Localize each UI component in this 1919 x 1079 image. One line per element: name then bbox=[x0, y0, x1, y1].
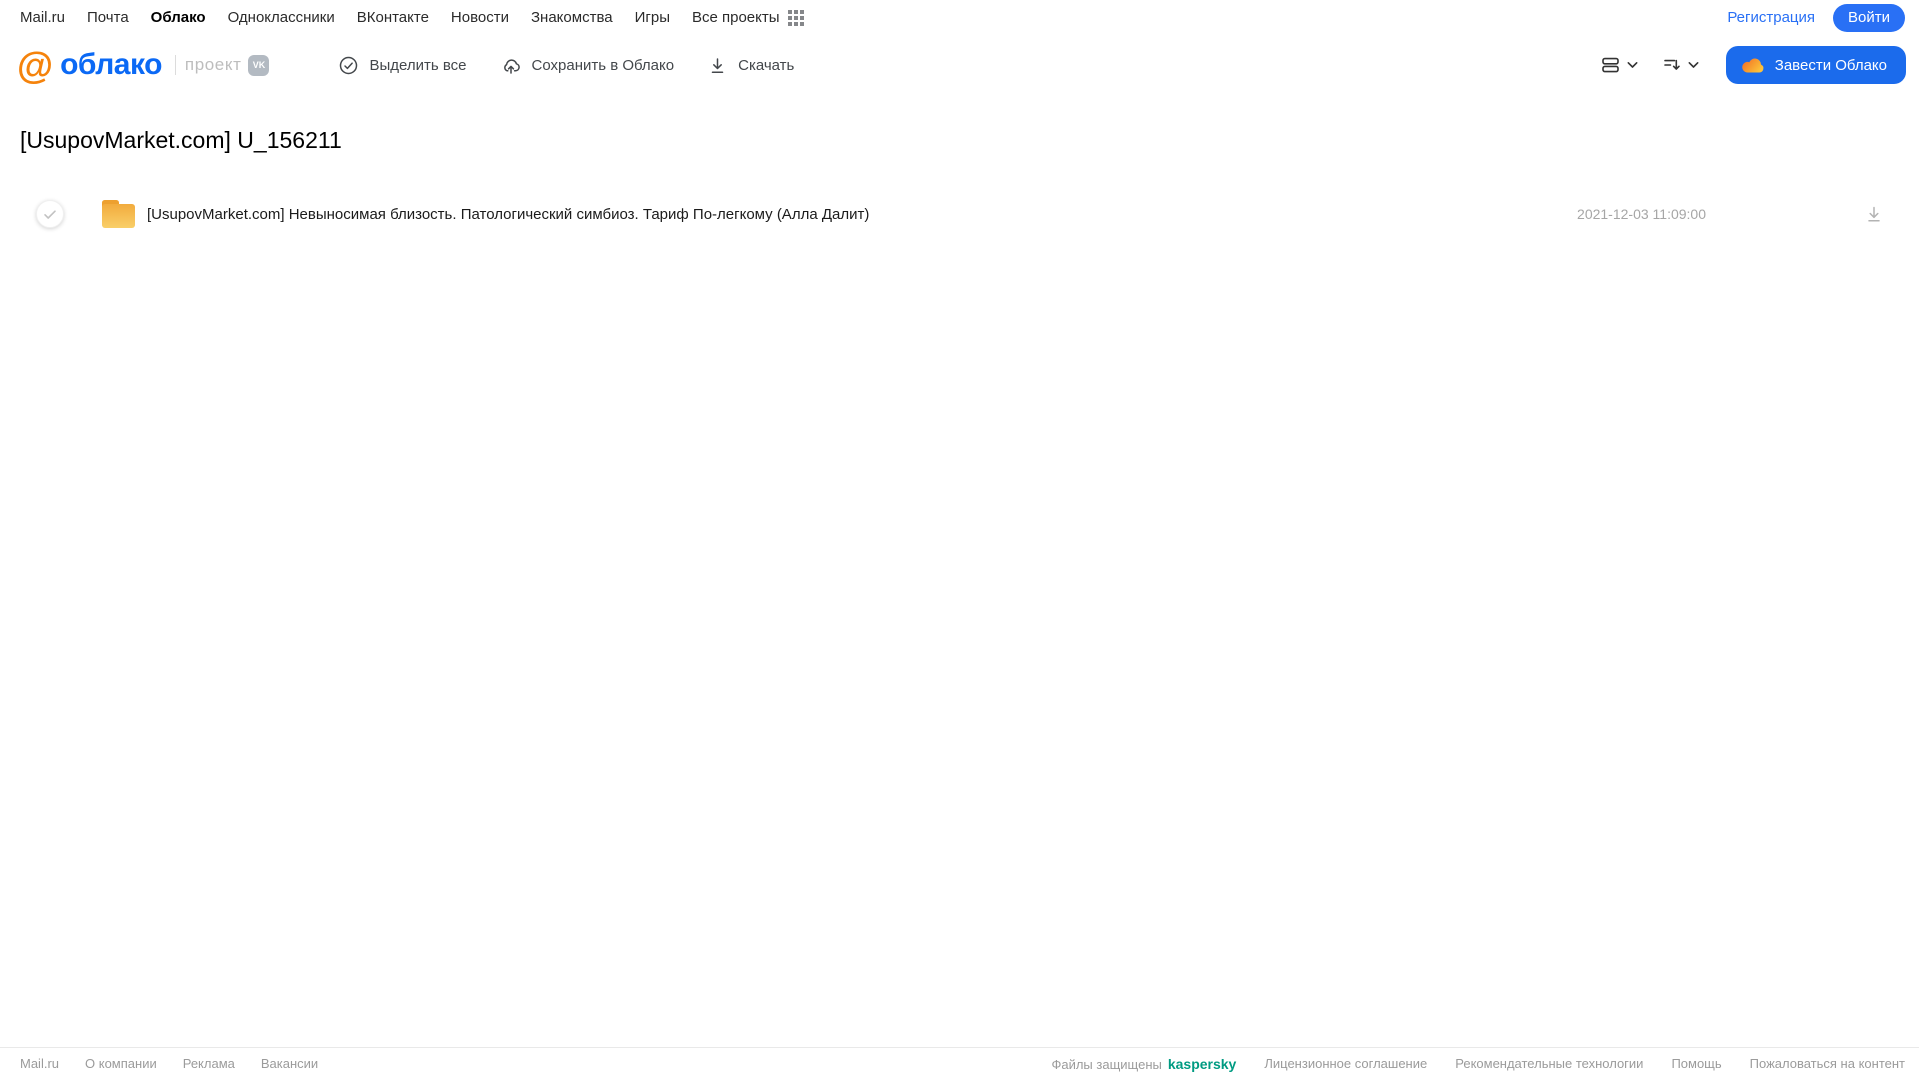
check-circle-icon bbox=[339, 56, 358, 75]
kaspersky-logo[interactable]: kaspersky bbox=[1168, 1056, 1237, 1072]
mailru-at-icon: @ bbox=[17, 44, 54, 86]
portal-link-odnoklassniki[interactable]: Одноклассники bbox=[228, 9, 335, 26]
page-footer: Mail.ru О компании Реклама Вакансии Файл… bbox=[0, 1047, 1919, 1079]
project-label: проект bbox=[184, 55, 242, 74]
get-cloud-button[interactable]: Завести Облако bbox=[1725, 46, 1906, 84]
kaspersky-protection: Файлы защищены kaspersky bbox=[1051, 1056, 1236, 1072]
vk-logo-icon: VK bbox=[248, 54, 270, 76]
list-view-icon bbox=[1600, 55, 1621, 75]
footer-link-about[interactable]: О компании bbox=[85, 1056, 157, 1071]
footer-link-mailru[interactable]: Mail.ru bbox=[20, 1056, 59, 1071]
logo-divider bbox=[174, 55, 176, 75]
file-name-link[interactable]: [UsupovMarket.com] Невыносимая близость.… bbox=[147, 206, 869, 223]
download-button[interactable]: Скачать bbox=[708, 56, 794, 75]
footer-right-links: Файлы защищены kaspersky Лицензионное со… bbox=[1051, 1056, 1905, 1072]
footer-link-report[interactable]: Пожаловаться на контент bbox=[1750, 1056, 1905, 1071]
chevron-down-icon bbox=[1688, 61, 1699, 69]
portal-link-vkontakte[interactable]: ВКонтакте bbox=[357, 9, 429, 26]
view-mode-button[interactable] bbox=[1600, 55, 1638, 75]
file-toolbar: Выделить все Сохранить в Облако Скачать bbox=[339, 56, 794, 75]
protected-label: Файлы защищены bbox=[1051, 1056, 1162, 1072]
sort-button[interactable] bbox=[1662, 55, 1699, 75]
get-cloud-label: Завести Облако bbox=[1774, 56, 1887, 74]
footer-link-help[interactable]: Помощь bbox=[1671, 1056, 1721, 1071]
file-date: 2021-12-03 11:09:00 bbox=[1577, 206, 1706, 222]
select-all-label: Выделить все bbox=[369, 56, 467, 74]
portal-link-cloud[interactable]: Облако bbox=[151, 9, 206, 26]
all-projects-label: Все проекты bbox=[691, 9, 780, 26]
cloud-header: @ облако проект VK Выделить все Сохранит… bbox=[0, 33, 1919, 97]
footer-left-links: Mail.ru О компании Реклама Вакансии bbox=[20, 1056, 318, 1071]
portal-links: Mail.ru Почта Облако Одноклассники ВКонт… bbox=[20, 9, 804, 26]
login-button[interactable]: Войти bbox=[1833, 3, 1905, 32]
cloud-upload-icon bbox=[501, 56, 521, 75]
public-folder-view: [UsupovMarket.com] U_156211 [UsupovMarke… bbox=[0, 97, 1919, 1047]
row-checkbox[interactable] bbox=[36, 200, 64, 228]
chevron-down-icon bbox=[1627, 61, 1638, 69]
check-icon bbox=[44, 209, 56, 219]
select-all-button[interactable]: Выделить все bbox=[339, 56, 467, 75]
auth-area: Регистрация Войти bbox=[1727, 3, 1905, 32]
view-controls: Завести Облако bbox=[1600, 46, 1906, 84]
portal-link-news[interactable]: Новости bbox=[451, 9, 509, 26]
page-title: [UsupovMarket.com] U_156211 bbox=[20, 127, 342, 153]
portal-link-dating[interactable]: Знакомства bbox=[531, 9, 613, 26]
cloud-logo[interactable]: @ облако проект VK bbox=[17, 44, 270, 86]
portal-link-mailru[interactable]: Mail.ru bbox=[20, 9, 65, 26]
cloud-icon bbox=[1741, 56, 1764, 74]
registration-link[interactable]: Регистрация bbox=[1727, 9, 1815, 26]
download-arrow-icon bbox=[708, 56, 727, 75]
save-to-cloud-label: Сохранить в Облако bbox=[531, 56, 675, 74]
download-label: Скачать bbox=[738, 56, 795, 74]
file-row[interactable]: [UsupovMarket.com] Невыносимая близость.… bbox=[0, 190, 1919, 238]
row-download-button[interactable] bbox=[1864, 204, 1884, 224]
download-arrow-icon bbox=[1864, 204, 1884, 224]
cloud-logo-label: облако bbox=[60, 48, 162, 81]
footer-link-recommendations[interactable]: Рекомендательные технологии bbox=[1455, 1056, 1643, 1071]
apps-grid-icon[interactable] bbox=[787, 9, 804, 26]
footer-link-ads[interactable]: Реклама bbox=[183, 1056, 235, 1071]
sort-icon bbox=[1662, 55, 1682, 75]
portal-link-mail[interactable]: Почта bbox=[87, 9, 129, 26]
footer-link-jobs[interactable]: Вакансии bbox=[261, 1056, 318, 1071]
folder-icon bbox=[100, 198, 137, 230]
portal-topnav: Mail.ru Почта Облако Одноклассники ВКонт… bbox=[0, 0, 1919, 33]
portal-link-games[interactable]: Игры bbox=[635, 9, 670, 26]
save-to-cloud-button[interactable]: Сохранить в Облако bbox=[501, 56, 675, 75]
footer-link-license[interactable]: Лицензионное соглашение bbox=[1264, 1056, 1427, 1071]
portal-link-all-projects[interactable]: Все проекты bbox=[692, 9, 804, 26]
